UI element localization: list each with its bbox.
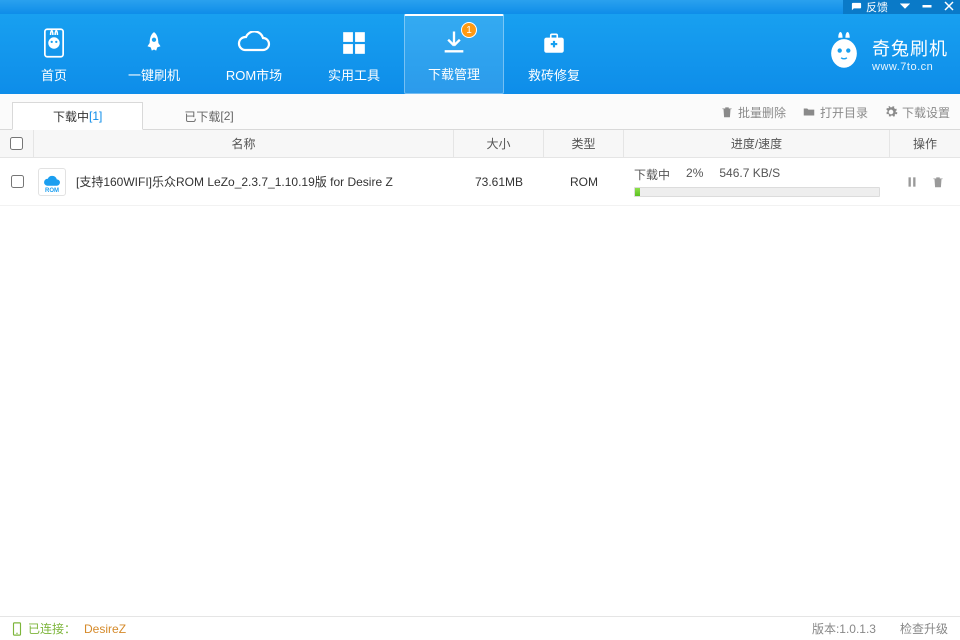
nav-label: 下载管理 [428,64,480,83]
nav-flash[interactable]: 一键刷机 [104,14,204,94]
tab-count: [1] [89,109,102,123]
pause-icon[interactable] [905,175,919,189]
table-body: ROM [支持160WIFI]乐众ROM LeZo_2.3.7_1.10.19版… [0,158,960,616]
row-checkbox[interactable] [11,175,24,188]
folder-icon [802,105,816,119]
nav-home[interactable]: 首页 [4,14,104,94]
nav-label: 救砖修复 [528,65,580,84]
subbar-actions: 批量删除 打开目录 下载设置 [720,94,950,130]
col-name: 名称 [34,130,454,157]
subbar: 下载中[1] 已下载[2] 批量删除 打开目录 下载设置 [0,94,960,130]
rom-file-icon: ROM [38,168,66,196]
download-badge: 1 [461,22,477,38]
dropdown-button[interactable] [900,1,910,14]
action-label: 打开目录 [820,104,868,121]
tab-downloading[interactable]: 下载中[1] [12,102,143,130]
row-percent: 2% [686,166,703,183]
phone-icon [12,622,22,636]
feedback-icon [851,2,862,13]
nav-tools[interactable]: 实用工具 [304,14,404,94]
brand-url: www.7to.cn [872,61,933,73]
feedback-label: 反馈 [866,0,888,15]
minimize-button[interactable] [922,1,932,14]
grid-icon [341,27,367,59]
nav-label: ROM市场 [226,65,282,84]
progress-bar [634,187,880,197]
row-status: 下载中 [634,166,670,183]
col-size: 大小 [454,130,544,157]
nav-label: 首页 [41,65,67,84]
close-button[interactable] [944,1,954,14]
table-row: ROM [支持160WIFI]乐众ROM LeZo_2.3.7_1.10.19版… [0,158,960,206]
action-label: 下载设置 [902,104,950,121]
nav-market[interactable]: ROM市场 [204,14,304,94]
cloud-icon [237,27,271,59]
nav: 首页 一键刷机 ROM市场 实用工具 1 下载管理 救砖修复 [4,14,604,94]
trash-icon [720,105,734,119]
statusbar: 已连接： DesireZ 版本:1.0.1.3 检查升级 [0,616,960,640]
batch-delete-button[interactable]: 批量删除 [720,104,786,121]
col-progress: 进度/速度 [624,130,890,157]
progress-fill [635,188,640,196]
open-dir-button[interactable]: 打开目录 [802,104,868,121]
trash-icon[interactable] [931,175,945,189]
tab-downloaded[interactable]: 已下载[2] [143,102,274,130]
brand-logo-icon [826,32,862,77]
tab-label: 已下载 [184,108,220,125]
table-header: 名称 大小 类型 进度/速度 操作 [0,130,960,158]
tab-label: 下载中 [53,108,89,125]
nav-download[interactable]: 1 下载管理 [404,14,504,94]
progress-info: 下载中 2% 546.7 KB/S [634,166,880,183]
medkit-icon [540,27,568,59]
row-type: ROM [544,175,624,189]
brand: 奇兔刷机 www.7to.cn [826,32,948,77]
rabbit-head-icon [40,27,68,59]
rocket-icon [141,27,167,59]
brand-name: 奇兔刷机 [872,35,948,61]
titlebar: 反馈 [0,0,960,14]
download-settings-button[interactable]: 下载设置 [884,104,950,121]
nav-label: 实用工具 [328,65,380,84]
col-type: 类型 [544,130,624,157]
check-update-button[interactable]: 检查升级 [900,620,948,637]
tab-count: [2] [220,109,233,123]
gear-icon [884,105,898,119]
nav-label: 一键刷机 [128,65,180,84]
header: 首页 一键刷机 ROM市场 实用工具 1 下载管理 救砖修复 奇兔刷机 www.… [0,14,960,94]
window-controls: 反馈 [843,0,960,14]
version: 版本:1.0.1.3 [812,620,876,637]
select-all-checkbox[interactable] [10,137,23,150]
action-label: 批量删除 [738,104,786,121]
feedback-button[interactable]: 反馈 [851,0,888,15]
connected-label: 已连接： [28,620,76,637]
col-op: 操作 [890,130,960,157]
row-speed: 546.7 KB/S [719,166,780,183]
row-name: [支持160WIFI]乐众ROM LeZo_2.3.7_1.10.19版 for… [76,173,393,190]
connection-status: 已连接： [12,620,76,637]
nav-rescue[interactable]: 救砖修复 [504,14,604,94]
device-name: DesireZ [84,622,126,636]
row-size: 73.61MB [454,175,544,189]
